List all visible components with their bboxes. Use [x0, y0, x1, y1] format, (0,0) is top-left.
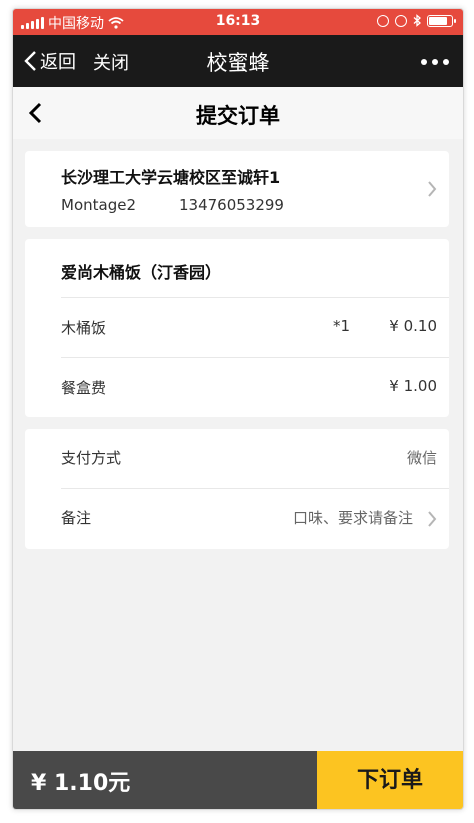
- remark-input[interactable]: 口味、要求请备注: [293, 507, 413, 528]
- divider: [61, 488, 449, 489]
- submit-order-button[interactable]: 下订单: [317, 751, 463, 809]
- divider: [61, 357, 449, 358]
- wechat-nav-bar: 返回 关闭 校蜜蜂: [13, 35, 463, 87]
- address-card[interactable]: 长沙理工大学云塘校区至诚轩1 Montage2 13476053299: [25, 151, 449, 227]
- remark-label: 备注: [61, 509, 92, 527]
- status-bar: 中国移动 16:13: [13, 9, 463, 35]
- total-price: ¥ 1.10元: [31, 771, 131, 796]
- battery-icon: [427, 14, 456, 27]
- item-quantity: *1: [333, 317, 351, 335]
- chevron-right-icon: [428, 181, 437, 197]
- page-title: 提交订单: [196, 104, 280, 128]
- app-title: 校蜜蜂: [206, 51, 270, 75]
- alarm-icon: [395, 14, 407, 27]
- status-right: [377, 14, 456, 27]
- battery-fill: [429, 16, 447, 25]
- checkout-bar: ¥ 1.10元 下订单: [13, 751, 463, 809]
- recipient-name: Montage2: [61, 196, 136, 214]
- rotation-lock-icon: [377, 14, 389, 27]
- page-header: 提交订单: [13, 87, 463, 139]
- shop-name: 爱尚木桶饭（汀香园）: [61, 263, 222, 282]
- item-name: 木桶饭: [61, 319, 107, 337]
- phone-screen: 中国移动 16:13 返回 关闭 校蜜蜂 提交订单 长沙理工大学云塘校区至诚轩1…: [12, 8, 464, 810]
- recipient-phone: 13476053299: [179, 196, 284, 214]
- chevron-right-icon: [428, 511, 437, 527]
- box-fee-price: ¥ 1.00: [389, 377, 437, 395]
- payment-method-value: 微信: [406, 449, 437, 467]
- more-dots-icon: [421, 59, 427, 65]
- divider: [61, 297, 449, 298]
- box-fee-label: 餐盒费: [61, 379, 107, 397]
- more-menu-button[interactable]: [421, 59, 449, 65]
- bluetooth-icon: [413, 14, 421, 27]
- total-price-panel: ¥ 1.10元: [13, 751, 317, 809]
- payment-card: 支付方式 微信 备注 口味、要求请备注: [25, 429, 449, 549]
- item-price: ¥ 0.10: [389, 317, 437, 335]
- order-card: 爱尚木桶饭（汀香园） 木桶饭 *1 ¥ 0.10 餐盒费 ¥ 1.00: [25, 239, 449, 417]
- address-line: 长沙理工大学云塘校区至诚轩1: [61, 168, 281, 187]
- payment-method-label: 支付方式: [61, 449, 122, 467]
